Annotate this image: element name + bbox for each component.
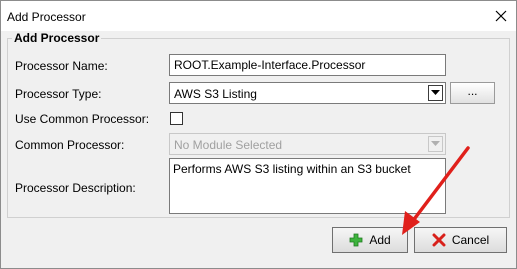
processor-description-textarea[interactable]: Performs AWS S3 listing within an S3 buc… [169,158,446,214]
browse-processor-type-button[interactable]: ... [450,82,495,104]
use-common-processor-checkbox[interactable] [170,112,183,125]
processor-name-input[interactable]: ROOT.Example-Interface.Processor [169,54,446,76]
add-processor-dialog: Add Processor Add Processor Processor Na… [0,0,517,269]
title-bar: Add Processor [1,1,516,31]
group-title: Add Processor [12,31,102,45]
processor-type-select[interactable]: AWS S3 Listing [169,82,446,104]
processor-name-label: Processor Name: [15,59,108,73]
window-title: Add Processor [7,10,86,24]
common-processor-select[interactable]: No Module Selected [169,133,446,155]
add-button-label: Add [369,233,391,247]
chevron-down-icon[interactable] [428,85,443,101]
use-common-processor-label: Use Common Processor: [15,112,150,126]
common-processor-value: No Module Selected [174,138,283,152]
common-processor-label: Common Processor: [15,138,125,152]
add-processor-group: Add Processor Processor Name: ROOT.Examp… [7,31,510,218]
processor-description-label: Processor Description: [15,181,136,195]
close-icon [495,10,507,22]
x-icon [432,233,446,247]
plus-icon [349,233,363,247]
processor-type-value: AWS S3 Listing [174,87,257,101]
processor-type-label: Processor Type: [15,87,102,101]
cancel-button[interactable]: Cancel [414,227,507,253]
add-button[interactable]: Add [332,227,408,253]
chevron-down-icon [428,136,443,152]
close-button[interactable] [486,1,516,31]
cancel-button-label: Cancel [451,233,490,247]
